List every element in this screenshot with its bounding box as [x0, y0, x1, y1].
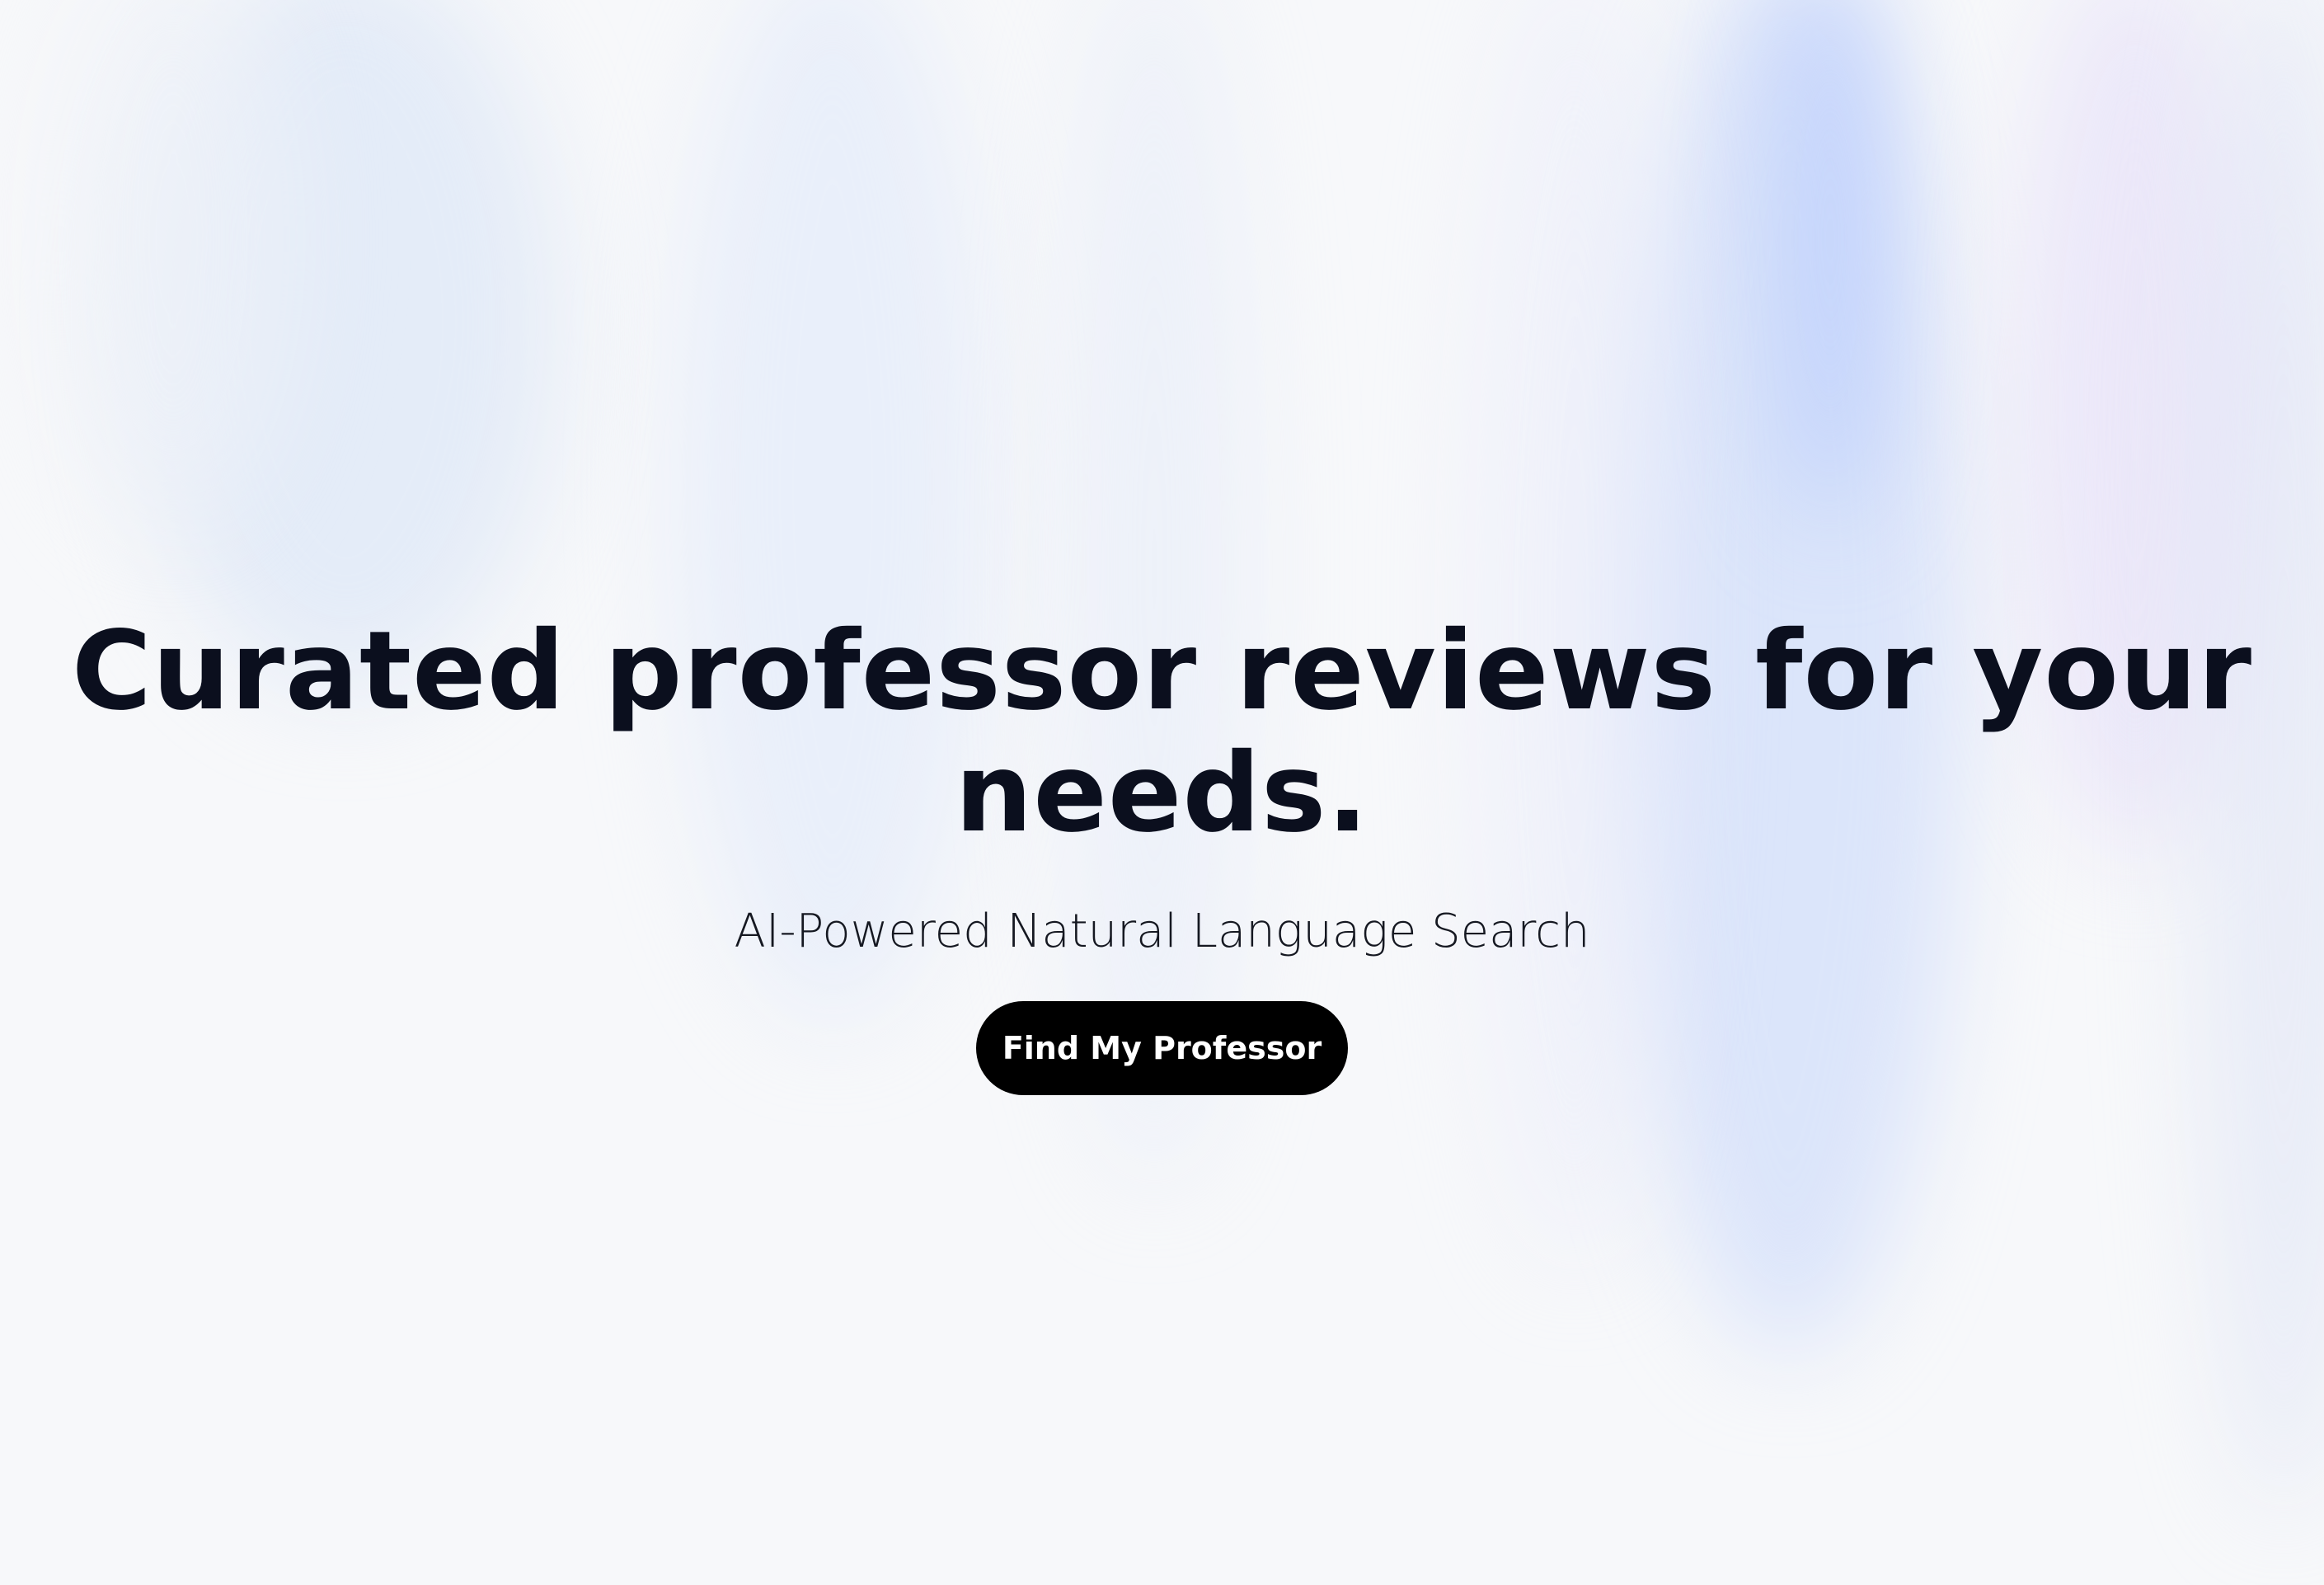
hero-title: Curated professor reviews for your needs…	[71, 608, 2253, 857]
hero-subtitle: AI-Powered Natural Language Search	[734, 905, 1590, 958]
find-my-professor-button[interactable]: Find My Professor	[975, 1001, 1349, 1095]
hero-section: Curated professor reviews for your needs…	[0, 610, 2324, 1095]
